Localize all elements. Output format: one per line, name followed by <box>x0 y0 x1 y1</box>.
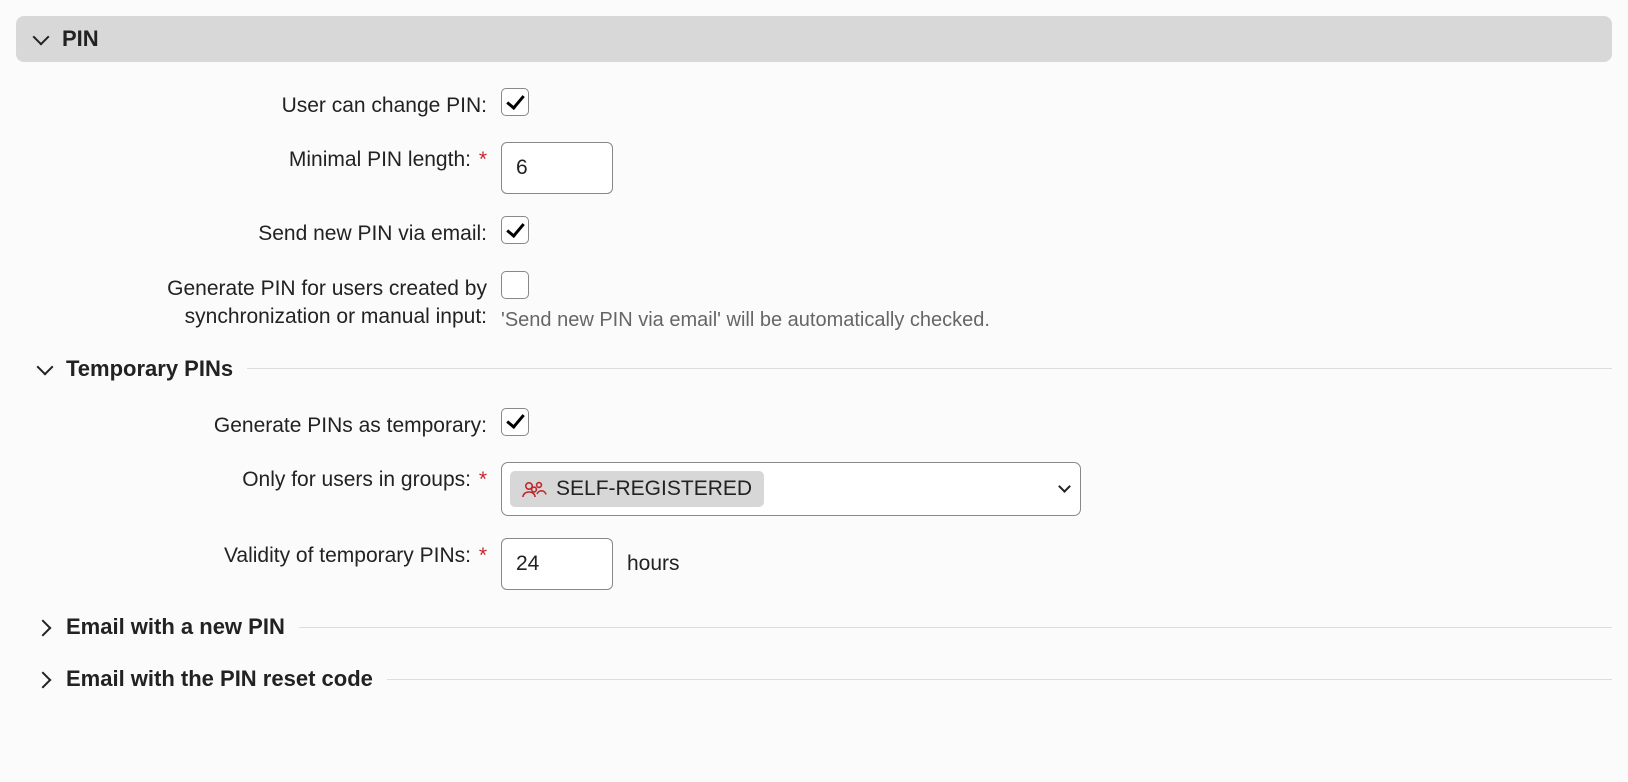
required-marker: * <box>479 468 487 491</box>
chevron-down-icon <box>34 32 48 46</box>
subsection-title-temporary-pins: Temporary PINs <box>66 356 233 382</box>
subsection-header-temporary-pins[interactable]: Temporary PINs <box>38 356 1612 382</box>
chevron-right-icon <box>38 672 52 686</box>
group-icon <box>520 479 548 499</box>
subsection-header-email-new-pin[interactable]: Email with a new PIN <box>38 614 1612 640</box>
input-minimal-pin-length[interactable] <box>501 142 613 194</box>
subsection-title-email-reset-code: Email with the PIN reset code <box>66 666 373 692</box>
group-tag-self-registered[interactable]: SELF-REGISTERED <box>510 471 764 507</box>
helptext-generate-pin-sync: 'Send new PIN via email' will be automat… <box>501 309 1612 332</box>
select-only-users-in-groups[interactable]: SELF-REGISTERED <box>501 462 1081 516</box>
checkbox-user-can-change-pin[interactable] <box>501 88 529 116</box>
label-user-can-change-pin: User can change PIN: <box>26 88 501 120</box>
label-generate-pins-temporary: Generate PINs as temporary: <box>26 408 501 440</box>
chevron-right-icon <box>38 620 52 634</box>
required-marker: * <box>479 544 487 567</box>
checkbox-send-new-pin-email[interactable] <box>501 216 529 244</box>
pin-settings-form: User can change PIN: Minimal PIN length:… <box>16 88 1612 692</box>
required-marker: * <box>479 148 487 171</box>
chevron-down-icon <box>38 362 52 376</box>
label-validity-temporary-pins: Validity of temporary PINs: <box>224 544 471 567</box>
group-tag-label: SELF-REGISTERED <box>556 477 752 501</box>
section-title-pin: PIN <box>62 26 99 52</box>
subsection-title-email-new-pin: Email with a new PIN <box>66 614 285 640</box>
label-send-new-pin-email: Send new PIN via email: <box>26 216 501 248</box>
divider <box>247 368 1612 369</box>
divider <box>387 679 1612 680</box>
label-minimal-pin-length: Minimal PIN length: <box>289 148 471 171</box>
checkbox-generate-pins-temporary[interactable] <box>501 408 529 436</box>
input-validity-temporary-pins[interactable] <box>501 538 613 590</box>
label-generate-pin-sync: Generate PIN for users created by synchr… <box>26 271 501 332</box>
chevron-down-icon <box>1058 482 1072 496</box>
section-header-pin[interactable]: PIN <box>16 16 1612 62</box>
label-only-users-in-groups: Only for users in groups: <box>242 468 471 491</box>
divider <box>299 627 1612 628</box>
unit-hours: hours <box>627 552 680 576</box>
subsection-header-email-reset-code[interactable]: Email with the PIN reset code <box>38 666 1612 692</box>
checkbox-generate-pin-sync[interactable] <box>501 271 529 299</box>
